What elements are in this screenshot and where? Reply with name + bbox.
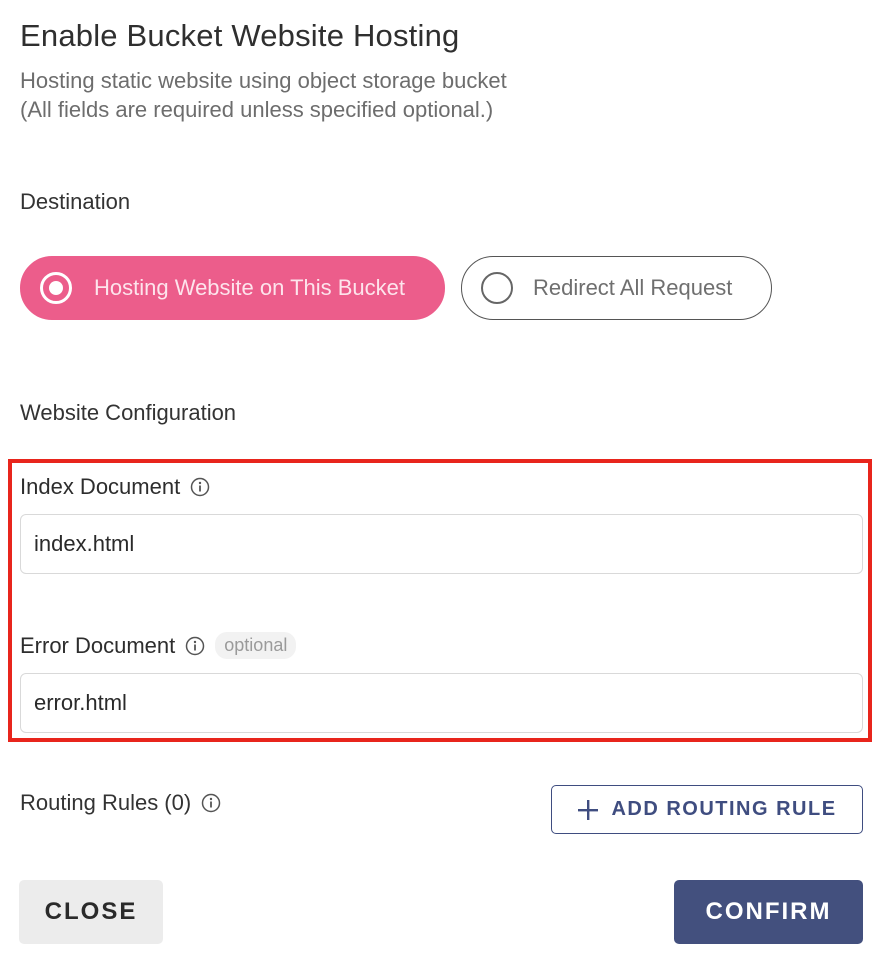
radio-unselected-icon <box>481 272 513 304</box>
add-routing-rule-button[interactable]: ADD ROUTING RULE <box>551 785 863 834</box>
radio-hosting-label: Hosting Website on This Bucket <box>94 275 406 300</box>
subtitle-line-1: Hosting static website using object stor… <box>20 68 507 93</box>
close-button[interactable]: CLOSE <box>19 880 163 944</box>
dialog-title: Enable Bucket Website Hosting <box>20 18 460 53</box>
website-configuration-label: Website Configuration <box>20 400 237 425</box>
index-document-input[interactable] <box>20 514 863 574</box>
destination-label: Destination <box>20 189 131 214</box>
plus-icon <box>578 799 599 820</box>
info-icon[interactable] <box>185 636 205 656</box>
subtitle-line-2: (All fields are required unless specifie… <box>20 97 494 122</box>
radio-redirect-label: Redirect All Request <box>533 275 733 300</box>
radio-hosting-on-bucket[interactable]: Hosting Website on This Bucket <box>20 256 445 320</box>
dialog-subtitle: Hosting static website using object stor… <box>20 66 507 124</box>
optional-badge: optional <box>215 632 297 659</box>
error-document-input[interactable] <box>20 673 863 733</box>
info-icon[interactable] <box>190 477 210 497</box>
info-icon[interactable] <box>201 793 221 813</box>
routing-rules-label: Routing Rules (0) <box>20 790 221 816</box>
index-document-label: Index Document <box>20 474 210 500</box>
error-document-label: Error Document optional <box>20 632 297 659</box>
routing-rules-label-text: Routing Rules (0) <box>20 790 192 815</box>
radio-selected-icon <box>40 272 72 304</box>
index-document-label-text: Index Document <box>20 474 181 499</box>
error-document-label-text: Error Document <box>20 632 176 658</box>
confirm-button[interactable]: CONFIRM <box>674 880 863 944</box>
radio-redirect-all[interactable]: Redirect All Request <box>461 256 772 320</box>
add-routing-rule-label: ADD ROUTING RULE <box>611 798 837 820</box>
